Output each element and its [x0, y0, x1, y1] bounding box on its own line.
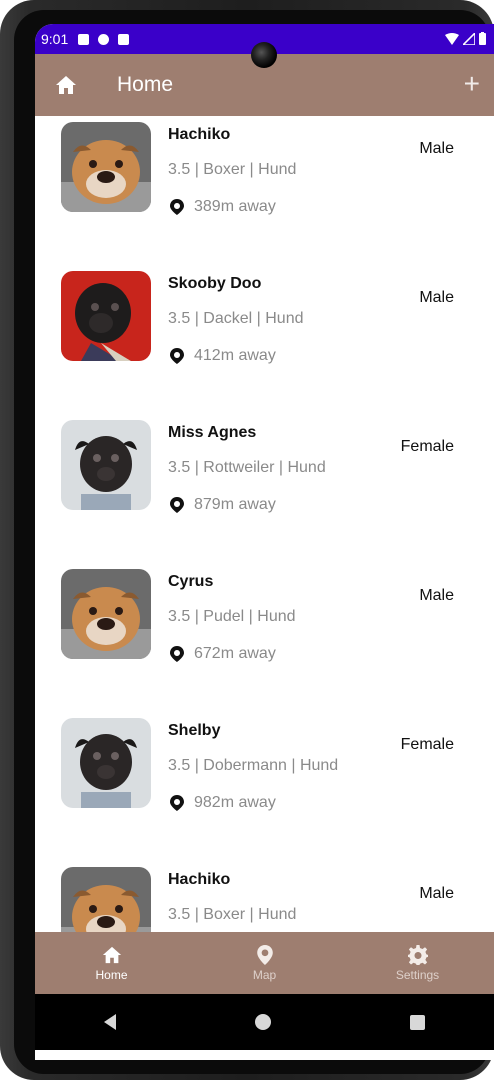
- distance-label: 982m away: [194, 794, 276, 811]
- nav-home-label: Home: [95, 967, 128, 982]
- dog-distance: 879m away: [170, 496, 276, 514]
- phone-screen: 9:01 Home + Hachiko 3.5 | Boxer | Hund 3…: [35, 24, 494, 1060]
- dog-meta: 3.5 | Pudel | Hund: [168, 608, 296, 625]
- bottom-nav: Home Map Settings: [35, 932, 494, 994]
- dog-photo: [61, 420, 151, 510]
- dog-photo: [61, 867, 151, 932]
- dog-photo: [61, 271, 151, 361]
- nav-map-label: Map: [252, 967, 277, 982]
- list-item[interactable]: Hachiko 3.5 | Boxer | Hund Male: [35, 861, 494, 932]
- dog-distance: 672m away: [170, 645, 276, 663]
- distance-label: 672m away: [194, 645, 276, 662]
- distance-label: 389m away: [194, 198, 276, 215]
- sd-card-icon: [118, 33, 130, 45]
- dog-name: Cyrus: [168, 573, 214, 590]
- dog-photo: [61, 569, 151, 659]
- list-item[interactable]: Skooby Doo 3.5 | Dackel | Hund 412m away…: [35, 265, 494, 414]
- home-icon[interactable]: [55, 74, 77, 96]
- location-pin-icon: [170, 795, 184, 811]
- battery-icon: [479, 32, 486, 45]
- dog-gender: Male: [419, 885, 454, 902]
- system-home-icon[interactable]: [254, 1014, 271, 1030]
- dog-name: Hachiko: [168, 126, 231, 143]
- home-icon: [102, 946, 121, 963]
- sync-icon: [98, 33, 110, 45]
- dog-distance: 982m away: [170, 794, 276, 812]
- nav-home[interactable]: Home: [35, 932, 188, 994]
- dog-name: Shelby: [168, 722, 221, 739]
- dog-name: Hachiko: [168, 871, 231, 888]
- dog-distance: 412m away: [170, 347, 276, 365]
- nav-settings-label: Settings: [395, 967, 440, 982]
- list-item[interactable]: Shelby 3.5 | Dobermann | Hund 982m away …: [35, 712, 494, 861]
- dog-name: Skooby Doo: [168, 275, 262, 292]
- front-camera: [251, 42, 277, 68]
- dog-meta: 3.5 | Rottweiler | Hund: [168, 459, 326, 476]
- system-nav-bar: [35, 994, 494, 1050]
- dog-gender: Female: [400, 736, 454, 753]
- wifi-icon: [445, 32, 459, 45]
- dog-meta: 3.5 | Dackel | Hund: [168, 310, 304, 327]
- signal-icon: [463, 32, 475, 45]
- distance-label: 412m away: [194, 347, 276, 364]
- recent-apps-icon[interactable]: [409, 1014, 425, 1030]
- dog-gender: Female: [400, 438, 454, 455]
- dog-gender: Male: [419, 140, 454, 157]
- dog-distance: 389m away: [170, 198, 276, 216]
- dog-list[interactable]: Hachiko 3.5 | Boxer | Hund 389m away Mal…: [35, 116, 494, 932]
- dog-gender: Male: [419, 587, 454, 604]
- map-pin-icon: [256, 944, 273, 965]
- page-title: Home: [117, 73, 174, 96]
- add-button[interactable]: +: [464, 70, 480, 98]
- nav-settings[interactable]: Settings: [341, 932, 494, 994]
- dog-gender: Male: [419, 289, 454, 306]
- dog-name: Miss Agnes: [168, 424, 257, 441]
- notification-icon: [78, 33, 90, 45]
- nav-map[interactable]: Map: [188, 932, 341, 994]
- status-icons-left: [78, 33, 130, 45]
- dog-photo: [61, 122, 151, 212]
- dog-photo: [61, 718, 151, 808]
- location-pin-icon: [170, 646, 184, 662]
- back-icon[interactable]: [104, 1014, 117, 1030]
- location-pin-icon: [170, 199, 184, 215]
- status-icons-right: [445, 32, 486, 45]
- location-pin-icon: [170, 348, 184, 364]
- list-item[interactable]: Hachiko 3.5 | Boxer | Hund 389m away Mal…: [35, 116, 494, 265]
- dog-meta: 3.5 | Boxer | Hund: [168, 161, 297, 178]
- dog-meta: 3.5 | Boxer | Hund: [168, 906, 297, 923]
- distance-label: 879m away: [194, 496, 276, 513]
- status-time: 9:01: [41, 31, 69, 47]
- list-item[interactable]: Miss Agnes 3.5 | Rottweiler | Hund 879m …: [35, 414, 494, 563]
- dog-meta: 3.5 | Dobermann | Hund: [168, 757, 339, 774]
- list-item[interactable]: Cyrus 3.5 | Pudel | Hund 672m away Male: [35, 563, 494, 712]
- location-pin-icon: [170, 497, 184, 513]
- gear-icon: [407, 944, 428, 965]
